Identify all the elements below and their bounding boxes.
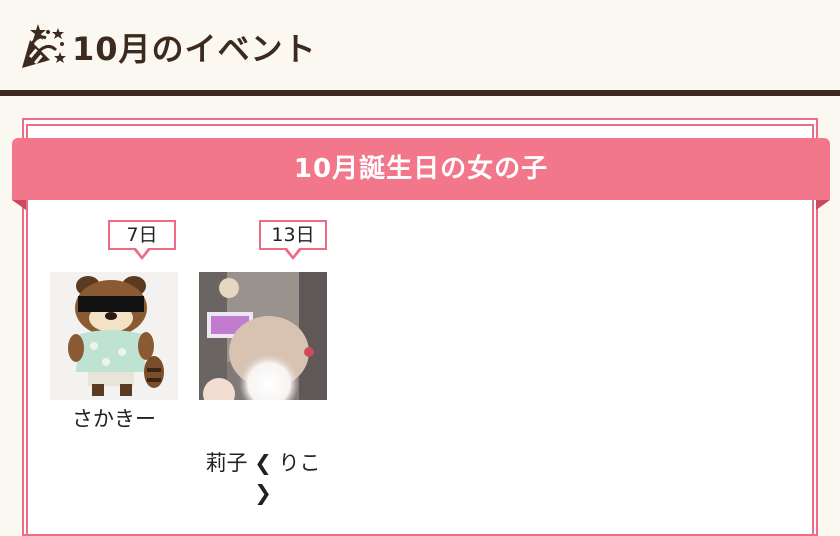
section-title: 10月誕生日の女の子	[293, 154, 549, 184]
girl-name[interactable]: さかきー	[30, 404, 198, 434]
ribbon-fold-right	[816, 200, 830, 210]
ribbon-fold-left	[12, 200, 26, 210]
girl-name-line-1: 莉子 ❮ りこ	[205, 451, 321, 475]
girl-name-line-2: ❯	[254, 481, 272, 505]
birthday-date-badge: 13日	[259, 220, 327, 260]
page-title: 10月のイベント	[72, 30, 317, 68]
page: 10月のイベント 10月誕生日の女の子 7日 さかきー 13日 莉子 ❮ りこ …	[0, 0, 840, 536]
girl-photo[interactable]	[50, 272, 178, 400]
portrait-image	[199, 272, 327, 400]
raccoon-character-image	[50, 272, 178, 400]
girl-name[interactable]: 莉子 ❮ りこ ❯	[179, 448, 347, 508]
girl-photo[interactable]	[199, 272, 327, 400]
party-popper-icon	[22, 24, 66, 68]
header-divider	[0, 90, 840, 96]
page-header: 10月のイベント	[0, 0, 840, 92]
birthday-date-badge: 7日	[108, 220, 176, 260]
